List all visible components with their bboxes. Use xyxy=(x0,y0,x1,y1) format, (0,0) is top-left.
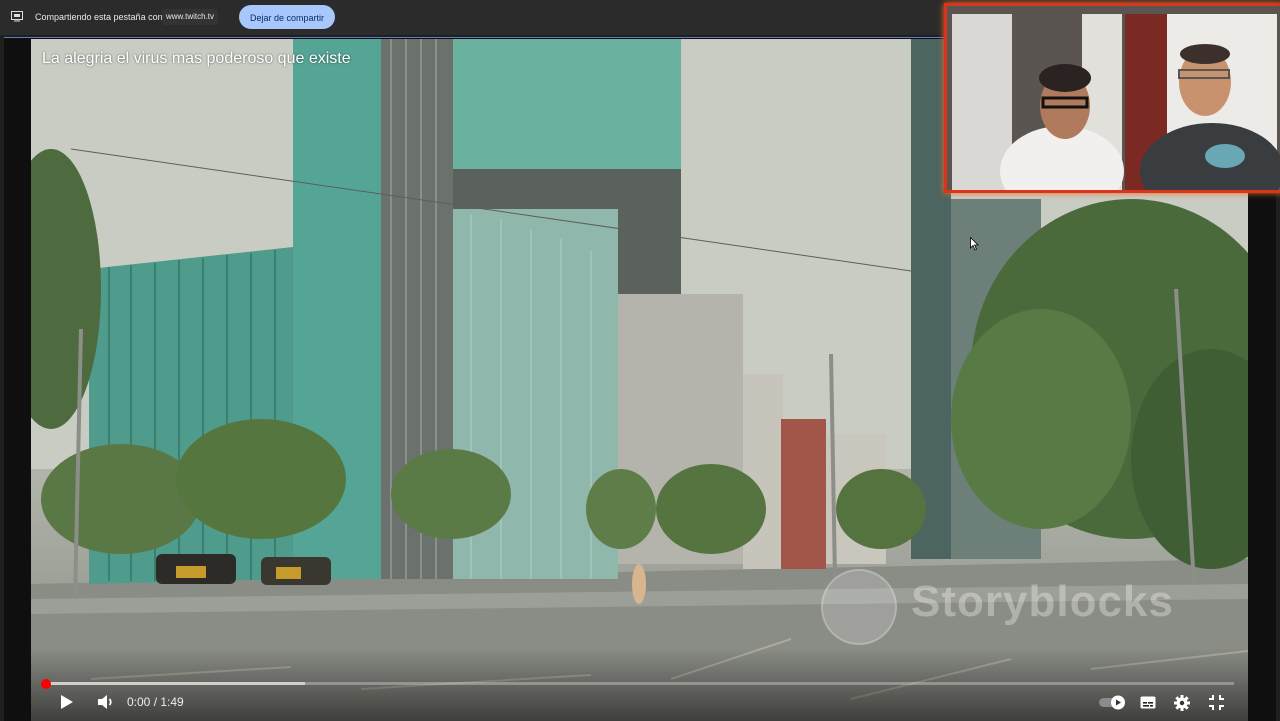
volume-icon[interactable] xyxy=(97,694,115,710)
subtitles-icon[interactable] xyxy=(1140,696,1156,709)
time-display: 0:00 / 1:49 xyxy=(127,695,184,709)
stop-sharing-button[interactable]: Dejar de compartir xyxy=(239,5,335,29)
sharing-message: Compartiendo esta pestaña con xyxy=(35,12,163,22)
autoplay-toggle-icon[interactable] xyxy=(1099,695,1127,710)
play-icon[interactable] xyxy=(60,694,74,710)
progress-bar[interactable] xyxy=(43,682,1234,685)
exit-fullscreen-icon[interactable] xyxy=(1209,695,1224,710)
sharing-site-badge: www.twitch.tv xyxy=(162,9,219,25)
mouse-cursor-icon xyxy=(970,237,979,251)
progress-buffered xyxy=(43,682,306,685)
webcam-overlay xyxy=(944,3,1280,193)
scrubber-handle[interactable] xyxy=(41,679,51,689)
gear-icon[interactable] xyxy=(1174,695,1190,711)
video-title: La alegria el virus mas poderoso que exi… xyxy=(42,50,351,67)
storyblocks-logo xyxy=(821,569,897,645)
webcam-image xyxy=(947,6,1280,190)
storyblocks-watermark: Storyblocks xyxy=(911,577,1174,626)
screen-share-icon xyxy=(11,11,23,22)
